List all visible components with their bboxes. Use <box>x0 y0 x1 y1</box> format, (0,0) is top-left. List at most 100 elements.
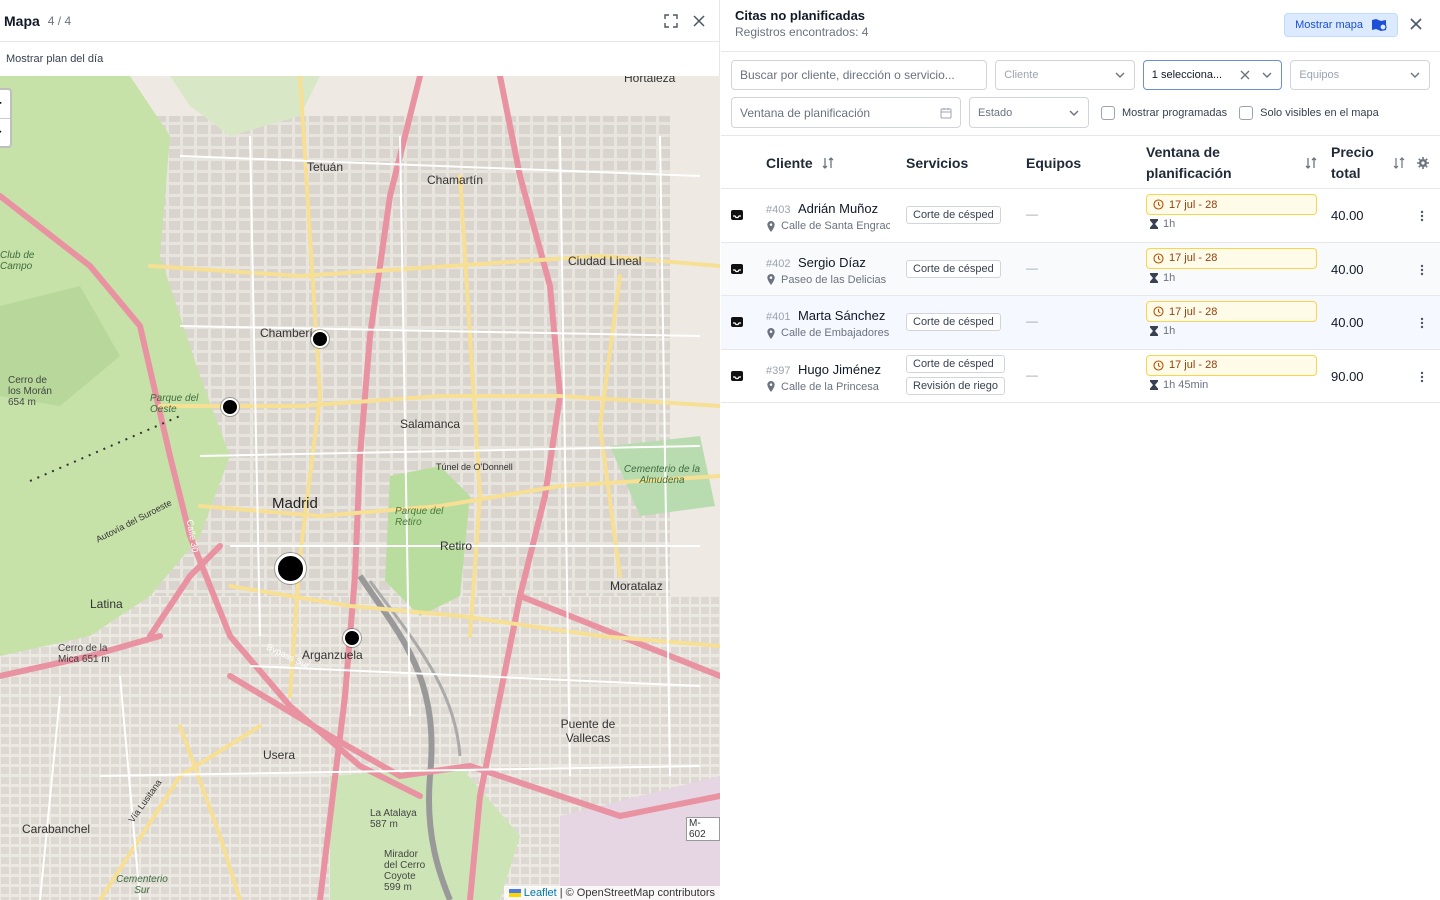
map-label: Arganzuela <box>302 648 363 662</box>
more-options-icon[interactable] <box>1417 263 1427 277</box>
map-label: Parque del Retiro <box>395 506 444 528</box>
map-label: Parque del Oeste <box>150 393 199 415</box>
location-pin-icon <box>767 327 775 339</box>
client-name[interactable]: Adrián Muñoz <box>798 201 878 216</box>
hourglass-icon <box>1150 326 1158 336</box>
close-panel-icon[interactable] <box>1406 14 1426 34</box>
zoom-in-button[interactable]: + <box>0 90 10 118</box>
map-label: Cementerio Sur <box>116 874 168 896</box>
sort-icon[interactable] <box>821 156 835 170</box>
inbox-icon <box>731 370 743 381</box>
client-address: Paseo de las Delicias <box>766 274 890 286</box>
clock-icon <box>1153 252 1164 264</box>
planning-window-chip[interactable]: 17 jul - 28 <box>1146 247 1317 269</box>
map-marker[interactable] <box>311 330 329 348</box>
inbox-icon <box>731 317 743 327</box>
planning-window-chip[interactable]: 17 jul - 28 <box>1146 301 1317 322</box>
teams-select[interactable]: Equipos <box>1290 60 1430 90</box>
duration: 1h <box>1146 218 1317 230</box>
more-options-icon[interactable] <box>1417 209 1427 223</box>
planning-window-chip[interactable]: 17 jul - 28 <box>1146 354 1317 376</box>
show-map-button[interactable]: Mostrar mapa <box>1284 13 1398 37</box>
planning-window-chip[interactable]: 17 jul - 28 <box>1146 194 1317 215</box>
planning-window-input[interactable]: Ventana de planificación <box>731 97 961 128</box>
teams-value: — <box>1026 260 1038 275</box>
panel-title: Citas no planificadas <box>735 8 866 23</box>
zoom-out-button[interactable]: − <box>0 118 10 146</box>
location-pin-icon <box>767 220 775 232</box>
total-price: 40.00 <box>1331 315 1364 330</box>
app-root: Mapa 4 / 4 Mostrar plan del día Tetuán C… <box>0 0 1440 900</box>
service-tag: Revisión de riego <box>906 376 1005 395</box>
hourglass-icon <box>1150 379 1158 390</box>
more-options-icon[interactable] <box>1417 316 1427 330</box>
more-options-icon[interactable] <box>1417 370 1427 384</box>
zoom-control: + − <box>0 88 12 148</box>
client-name[interactable]: Marta Sánchez <box>798 308 885 323</box>
ukraine-flag-icon <box>508 889 521 897</box>
map-icon <box>1372 19 1387 31</box>
duration: 1h <box>1146 325 1317 337</box>
map-label: Chamartín <box>427 173 484 187</box>
client-name[interactable]: Hugo Jiménez <box>798 362 881 377</box>
inbox-icon <box>731 263 743 274</box>
show-map-label: Mostrar mapa <box>1295 19 1363 31</box>
map-label: Chamberí <box>260 326 313 340</box>
map-counter: 4 / 4 <box>47 13 72 28</box>
map-label: M-602 <box>686 817 720 841</box>
clear-icon[interactable] <box>1239 69 1251 81</box>
map-marker[interactable] <box>221 398 239 416</box>
gear-icon[interactable] <box>1417 157 1429 169</box>
map-label: Moratalaz <box>610 579 663 593</box>
chevron-down-icon <box>1069 110 1079 116</box>
total-price: 90.00 <box>1331 368 1364 384</box>
show-day-plan-toggle[interactable]: Mostrar plan del día <box>0 42 719 76</box>
map-marker[interactable] <box>343 629 361 647</box>
leaflet-link[interactable]: Leaflet <box>524 887 557 899</box>
location-pin-icon <box>767 274 775 285</box>
fullscreen-icon[interactable] <box>657 7 685 35</box>
appointment-id: #402 <box>766 257 791 270</box>
close-map-icon[interactable] <box>685 7 713 35</box>
column-client[interactable]: Cliente <box>766 136 835 190</box>
column-total-price[interactable]: Precio total <box>1331 136 1374 190</box>
client-name[interactable]: Sergio Díaz <box>798 255 866 270</box>
client-select[interactable]: Cliente <box>995 60 1135 90</box>
table-header: Cliente Servicios Equipos Ventana de pla… <box>721 135 1440 189</box>
table-row[interactable]: #403 Adrián Muñoz Calle de Santa Engraci… <box>721 189 1440 243</box>
status-select[interactable]: Estado <box>969 97 1089 128</box>
chevron-down-icon <box>1115 72 1125 78</box>
service-tag: Corte de césped <box>906 259 1001 278</box>
location-pin-icon <box>767 381 775 392</box>
sort-icon[interactable] <box>1304 156 1318 170</box>
selection-filter[interactable]: 1 selecciona... <box>1142 60 1283 90</box>
sort-icon[interactable] <box>1393 156 1405 170</box>
only-visible-checkbox[interactable]: Solo visibles en el mapa <box>1239 105 1379 120</box>
map-attribution: Leaflet | © OpenStreetMap contributors <box>503 886 720 900</box>
map-marker-cluster[interactable] <box>275 553 306 584</box>
table-row[interactable]: #402 Sergio Díaz Paseo de las Delicias C… <box>721 242 1440 296</box>
column-planning-window[interactable]: Ventana de planificación <box>1146 136 1232 190</box>
clock-icon <box>1153 359 1164 371</box>
map-label: Latina <box>90 597 123 611</box>
map-header: Mapa 4 / 4 <box>0 0 719 42</box>
table-row[interactable]: #397 Hugo Jiménez Calle de la Princesa C… <box>721 350 1440 403</box>
map-label: Hortaleza <box>624 76 676 85</box>
inbox-icon <box>731 210 743 220</box>
map-label: Retiro <box>440 539 473 553</box>
service-tag: Corte de césped <box>906 206 1001 224</box>
map-label: Salamanca <box>400 417 461 431</box>
appointment-id: #403 <box>766 204 791 216</box>
map-label: Cerro de la Mica 651 m <box>58 643 110 665</box>
search-input[interactable]: Buscar por cliente, dirección o servicio… <box>731 60 988 90</box>
map-canvas[interactable]: Tetuán Chamartín Hortaleza Ciudad Lineal… <box>0 76 720 900</box>
table-row[interactable]: #401 Marta Sánchez Calle de Embajadores … <box>721 296 1440 350</box>
client-address: Calle de Santa Engracia <box>766 220 890 232</box>
chevron-down-icon <box>1262 72 1272 78</box>
filters-bar: Buscar por cliente, dirección o servicio… <box>721 52 1440 128</box>
hourglass-icon <box>1150 219 1158 229</box>
total-price: 40.00 <box>1331 208 1364 223</box>
appointment-id: #401 <box>766 311 791 323</box>
show-scheduled-checkbox[interactable]: Mostrar programadas <box>1101 105 1227 120</box>
map-label: Madrid <box>272 495 318 512</box>
